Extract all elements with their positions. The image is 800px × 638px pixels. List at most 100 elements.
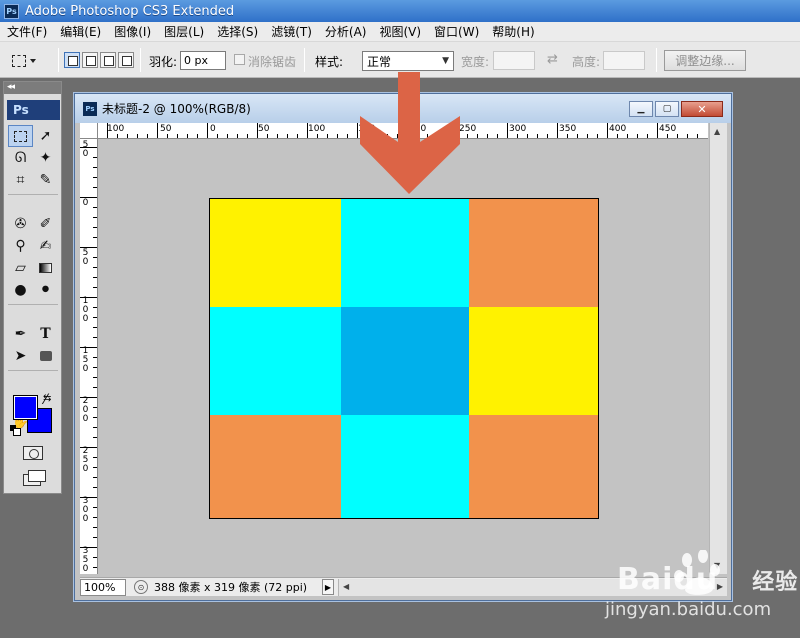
intersect-selection-button[interactable] <box>118 52 134 68</box>
ruler-label: 100 <box>107 124 125 134</box>
brush-tool[interactable]: ✐ <box>33 213 58 235</box>
menu-image[interactable]: 图像(I) <box>107 23 157 40</box>
tool-divider <box>8 191 58 195</box>
new-selection-button[interactable] <box>64 52 80 68</box>
down-arrow-icon <box>360 72 460 194</box>
vertical-ruler[interactable]: 5 0 0 5 0 1 0 0 1 5 0 2 0 0 2 5 0 3 0 0 … <box>80 139 98 574</box>
menu-file[interactable]: 文件(F) <box>0 23 53 40</box>
stamp-icon: ⚲ <box>15 238 26 254</box>
clone-stamp-tool[interactable]: ⚲ <box>8 235 33 257</box>
spot-healing-tool[interactable]: ✇ <box>8 213 33 235</box>
add-to-selection-button[interactable] <box>82 52 98 68</box>
rectangular-marquee-tool[interactable] <box>8 125 33 147</box>
image-canvas[interactable] <box>209 198 599 519</box>
ruler-tick <box>127 134 128 138</box>
feather-input[interactable] <box>180 51 226 70</box>
dodge-tool[interactable]: ⚫ <box>33 279 58 301</box>
ruler-tick <box>80 497 97 498</box>
antialias-checkbox[interactable] <box>234 54 245 65</box>
menu-help[interactable]: 帮助(H) <box>485 23 540 40</box>
lasso-tool[interactable]: ᘏ <box>8 147 33 169</box>
ruler-label: 0 <box>210 124 216 134</box>
selection-mode-group <box>64 52 134 68</box>
refine-edge-button[interactable]: 调整边缘... <box>664 50 746 71</box>
path-selection-tool[interactable]: ➤ <box>8 345 33 367</box>
tool-grid: ➚ ᘏ ✦ ⌗ ✎ ✇ ✐ ⚲ ✍ ▱ ● ⚫ ✒ T ➤ ▤ ⁄ ✋ ⚲ <box>8 125 58 433</box>
separator <box>304 48 305 72</box>
ruler-tick <box>647 134 648 138</box>
shape-tool[interactable] <box>33 345 58 367</box>
swap-colors-icon[interactable]: ⇆ <box>43 393 51 404</box>
scroll-left-icon[interactable]: ◀ <box>343 582 349 591</box>
zoom-level-field[interactable]: 100% <box>80 578 126 596</box>
tools-panel-collapse[interactable]: ◂◂ <box>4 82 61 94</box>
photoshop-logo[interactable]: Ps <box>7 100 60 120</box>
ruler-tick <box>307 123 308 138</box>
ruler-tick <box>93 157 97 158</box>
history-brush-tool[interactable]: ✍ <box>33 235 58 257</box>
ruler-origin[interactable] <box>80 123 98 139</box>
width-input[interactable] <box>493 51 535 70</box>
lasso-icon: ᘏ <box>14 150 27 166</box>
canvas-area[interactable] <box>99 140 709 574</box>
subtract-from-selection-button[interactable] <box>100 52 116 68</box>
magic-wand-icon: ✦ <box>39 150 52 166</box>
ruler-tick <box>677 134 678 138</box>
arrow-pointer-icon: ➤ <box>14 348 27 364</box>
separator <box>58 48 59 72</box>
ruler-tick <box>197 134 198 138</box>
slice-tool[interactable]: ✎ <box>33 169 58 191</box>
status-menu-arrow-icon[interactable]: ▶ <box>322 579 334 595</box>
magic-wand-tool[interactable]: ✦ <box>33 147 58 169</box>
default-colors-icon[interactable] <box>10 425 21 436</box>
ruler-tick <box>93 257 97 258</box>
type-tool[interactable]: T <box>33 323 58 345</box>
swap-width-height-icon[interactable]: ⇄ <box>547 52 558 67</box>
ruler-label: 1 5 0 <box>82 346 89 374</box>
rectangular-marquee-icon <box>12 55 26 67</box>
height-label: 高度: <box>572 55 601 69</box>
ruler-tick <box>93 357 97 358</box>
menu-edit[interactable]: 编辑(E) <box>53 23 107 40</box>
foreground-color-swatch[interactable] <box>13 395 38 420</box>
ruler-tick <box>93 207 97 208</box>
eraser-tool[interactable]: ▱ <box>8 257 33 279</box>
menu-filter[interactable]: 滤镜(T) <box>264 23 318 40</box>
ruler-tick <box>93 177 97 178</box>
tool-preset-picker[interactable] <box>12 51 52 71</box>
ruler-tick <box>257 123 258 138</box>
menu-select[interactable]: 选择(S) <box>210 23 264 40</box>
ruler-tick <box>157 123 158 138</box>
minimize-icon: ▁ <box>637 104 645 114</box>
close-icon: ✕ <box>697 102 707 116</box>
menu-window[interactable]: 窗口(W) <box>427 23 485 40</box>
status-info-icon[interactable]: ⊙ <box>134 580 148 594</box>
quick-mask-icon[interactable] <box>23 446 43 460</box>
ruler-tick <box>247 134 248 138</box>
height-input[interactable] <box>603 51 645 70</box>
pen-tool[interactable]: ✒ <box>8 323 33 345</box>
image-cell <box>210 307 341 415</box>
menu-analysis[interactable]: 分析(A) <box>318 23 373 40</box>
crop-tool[interactable]: ⌗ <box>8 169 33 191</box>
menu-layer[interactable]: 图层(L) <box>157 23 210 40</box>
ruler-tick <box>627 134 628 138</box>
ruler-tick <box>80 197 97 198</box>
photoshop-app-icon: Ps <box>4 3 19 19</box>
vertical-scrollbar[interactable]: ▲ ▼ <box>709 123 727 574</box>
ruler-tick <box>93 217 97 218</box>
minimize-button[interactable]: ▁ <box>629 101 653 117</box>
image-cell <box>341 307 469 415</box>
close-button[interactable]: ✕ <box>681 101 723 117</box>
blur-tool[interactable]: ● <box>8 279 33 301</box>
maximize-button[interactable]: ▢ <box>655 101 679 117</box>
screen-mode-icon[interactable] <box>23 470 46 486</box>
ruler-tick <box>477 134 478 138</box>
move-tool[interactable]: ➚ <box>33 125 58 147</box>
menu-view[interactable]: 视图(V) <box>372 23 427 40</box>
style-select[interactable]: 正常 ▼ <box>362 51 454 71</box>
scroll-up-icon[interactable]: ▲ <box>714 127 720 136</box>
ruler-tick <box>80 147 97 148</box>
ruler-label: 5 0 <box>82 140 89 159</box>
gradient-tool[interactable] <box>33 257 58 279</box>
